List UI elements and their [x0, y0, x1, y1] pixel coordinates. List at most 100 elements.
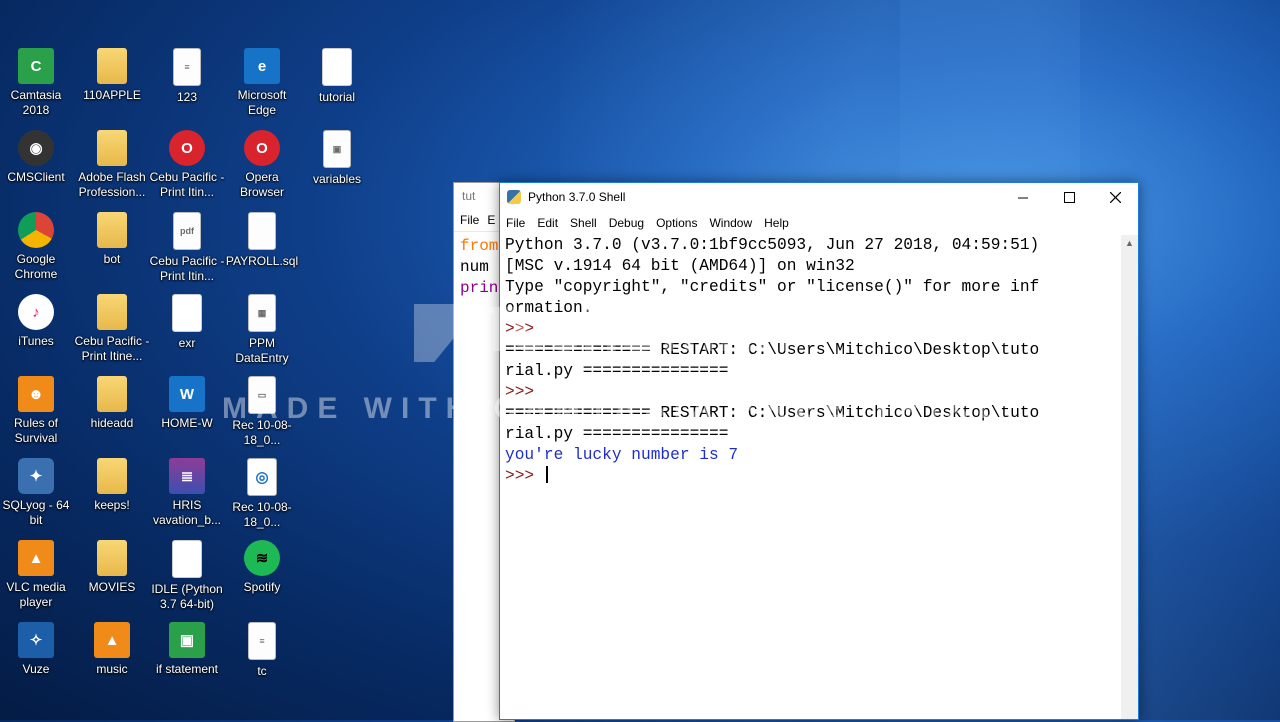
desktop-icon[interactable]: ▣ variables — [299, 130, 375, 187]
desktop-icon[interactable]: ▦ PPM DataEntry — [224, 294, 300, 366]
desktop-icon[interactable]: py tutorial — [299, 48, 375, 105]
desktop-icon[interactable]: W HOME-W — [149, 376, 225, 431]
desktop-icon-label: SQLyog - 64 bit — [2, 498, 70, 527]
desktop-icon-label: keeps! — [94, 498, 130, 512]
watermark-brand: TechSmith — [478, 293, 792, 365]
desktop-icon-label: Cebu Pacific - Print Itine... — [74, 334, 150, 363]
app-icon: ▣ — [169, 622, 205, 658]
desktop-icon[interactable]: ▣ if statement — [149, 622, 225, 677]
menu-edit[interactable]: Edit — [531, 212, 564, 230]
shell-text: Python 3.7.0 (v3.7.0:1bf9cc5093, Jun 27 … — [505, 236, 1040, 254]
desktop-icon-label: variables — [312, 172, 362, 186]
shell-line: Python 3.7.0 (v3.7.0:1bf9cc5093, Jun 27 … — [505, 235, 1115, 256]
desktop-icon-label: music — [96, 662, 128, 676]
shell-text: [MSC v.1914 64 bit (AMD64)] on win32 — [505, 257, 855, 275]
title-bar[interactable]: Python 3.7.0 Shell — [500, 183, 1138, 212]
text-caret — [545, 466, 548, 483]
desktop-icon[interactable]: ◎ Rec 10-08-18_0... — [224, 458, 300, 530]
desktop-icon[interactable]: ▲ music — [74, 622, 150, 677]
minimize-icon — [1018, 197, 1028, 198]
desktop-icon[interactable]: ≡ 123 — [149, 48, 225, 105]
desktop-icon-label: exr — [178, 336, 196, 350]
app-icon: ▲ — [94, 622, 130, 658]
desktop-icon[interactable]: PAYROLL.sql — [224, 212, 300, 269]
app-icon: W — [169, 376, 205, 412]
desktop-icon[interactable]: ☻ Rules of Survival — [0, 376, 74, 446]
desktop-icon-label: Cebu Pacific - Print Itin... — [149, 170, 225, 199]
desktop-icon[interactable]: bot — [74, 212, 150, 267]
desktop-icon-label: tc — [257, 664, 267, 678]
app-icon: ▦ — [248, 294, 276, 332]
shell-line: >>> — [505, 466, 1115, 487]
scroll-up-icon[interactable]: ▲ — [1121, 235, 1138, 252]
minimize-button[interactable] — [1000, 183, 1046, 212]
python-shell-window[interactable]: Python 3.7.0 Shell File Edit Shell Debug Opt… — [499, 182, 1139, 720]
desktop-icon[interactable]: ✧ Vuze — [0, 622, 74, 677]
app-icon: py — [172, 540, 202, 578]
desktop-icon-label: 123 — [176, 90, 198, 104]
app-icon: ▣ — [323, 130, 351, 168]
desktop-icon[interactable]: Cebu Pacific - Print Itine... — [74, 294, 150, 364]
desktop-icon[interactable]: MOVIES — [74, 540, 150, 595]
app-icon — [97, 540, 127, 576]
watermark-text: MADE WITH CAMTASIA FREE TRIAL — [222, 392, 1005, 425]
python-icon — [507, 190, 521, 204]
menu-file[interactable]: File — [460, 213, 479, 227]
desktop-icon[interactable]: py exr — [149, 294, 225, 351]
app-icon: O — [169, 130, 205, 166]
close-button[interactable] — [1092, 183, 1138, 212]
app-icon: py — [322, 48, 352, 86]
close-icon — [1109, 192, 1121, 203]
desktop-icon[interactable]: hideadd — [74, 376, 150, 431]
desktop-icon[interactable]: Google Chrome — [0, 212, 74, 282]
desktop-icon[interactable]: ◉ CMSClient — [0, 130, 74, 185]
menu-options[interactable]: Options — [650, 212, 703, 230]
shell-line: [MSC v.1914 64 bit (AMD64)] on win32 — [505, 256, 1115, 277]
desktop-icon-label: HRIS vavation_b... — [152, 498, 222, 527]
app-icon: ☻ — [18, 376, 54, 412]
shell-text: rial.py =============== — [505, 425, 729, 443]
desktop-icon[interactable]: 110APPLE — [74, 48, 150, 103]
desktop-icon[interactable]: ▲ VLC media player — [0, 540, 74, 610]
app-icon: ▲ — [18, 540, 54, 576]
menu-edit[interactable]: E — [487, 213, 495, 227]
desktop-icon[interactable]: keeps! — [74, 458, 150, 513]
menu-help[interactable]: Help — [758, 212, 795, 230]
app-icon — [97, 376, 127, 412]
desktop-icon-label: iTunes — [18, 334, 54, 348]
menu-file[interactable]: File — [500, 212, 531, 230]
desktop-icon[interactable]: ≡ tc — [224, 622, 300, 679]
desktop-icon-label: VLC media player — [6, 580, 66, 609]
app-icon — [97, 130, 127, 166]
desktop-icon[interactable]: Adobe Flash Profession... — [74, 130, 150, 200]
desktop-icon[interactable]: O Opera Browser — [224, 130, 300, 200]
app-icon: ◉ — [18, 130, 54, 166]
app-icon: ≣ — [169, 458, 205, 494]
desktop-icon[interactable]: ♪ iTunes — [0, 294, 74, 349]
desktop-icon-label: Adobe Flash Profession... — [78, 170, 146, 199]
desktop-icon-label: Google Chrome — [14, 252, 58, 281]
desktop-icon[interactable]: e Microsoft Edge — [224, 48, 300, 118]
desktop-icon-label: tutorial — [318, 90, 356, 104]
program-output: you're lucky number is 7 — [505, 446, 739, 464]
desktop-icon[interactable]: O Cebu Pacific - Print Itin... — [149, 130, 225, 200]
menu-window[interactable]: Window — [703, 212, 758, 230]
menu-debug[interactable]: Debug — [603, 212, 650, 230]
desktop-icon[interactable]: py IDLE (Python 3.7 64-bit) — [149, 540, 225, 612]
desktop-icon-label: MOVIES — [88, 580, 136, 594]
desktop-icon[interactable]: pdf Cebu Pacific - Print Itin... — [149, 212, 225, 284]
maximize-button[interactable] — [1046, 183, 1092, 212]
desktop-icon-label: CMSClient — [7, 170, 65, 184]
vertical-scrollbar[interactable]: ▲ — [1121, 235, 1138, 719]
desktop-icon[interactable]: ≋ Spotify — [224, 540, 300, 595]
desktop-icon[interactable]: ✦ SQLyog - 64 bit — [0, 458, 74, 528]
window-title: Python 3.7.0 Shell — [528, 190, 626, 204]
app-icon: O — [244, 130, 280, 166]
desktop-icon-label: Cebu Pacific - Print Itin... — [149, 254, 225, 283]
desktop-icon[interactable]: ≣ HRIS vavation_b... — [149, 458, 225, 528]
desktop-icon-label: Microsoft Edge — [237, 88, 287, 117]
app-icon: ✦ — [18, 458, 54, 494]
app-icon — [248, 212, 276, 250]
menu-shell[interactable]: Shell — [564, 212, 603, 230]
desktop-icon[interactable]: C Camtasia 2018 — [0, 48, 74, 118]
